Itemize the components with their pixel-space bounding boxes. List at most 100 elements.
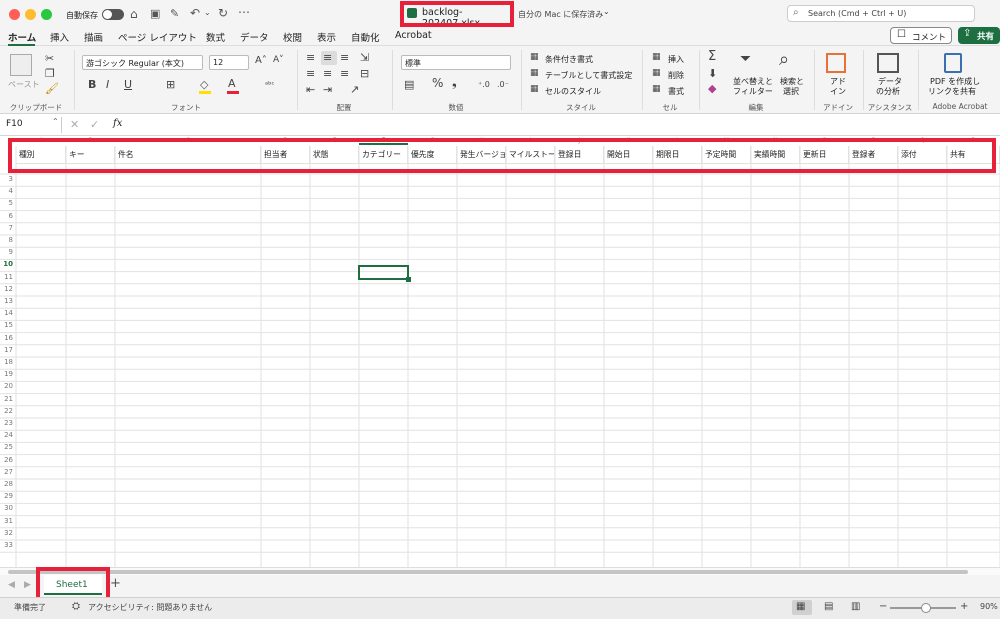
underline-icon[interactable]: U — [124, 79, 132, 90]
redo-icon[interactable]: ↻ — [218, 6, 228, 20]
home-icon[interactable]: ⌂ — [130, 7, 138, 21]
conditional-format-button[interactable]: 条件付き書式 — [545, 54, 593, 65]
align-left-icon[interactable]: ≡ — [306, 68, 315, 79]
next-sheet-icon[interactable]: ▶ — [24, 580, 31, 590]
insert-function-icon[interactable]: fx — [113, 118, 122, 129]
undo-icon[interactable]: ↶ — [190, 6, 200, 20]
name-box-dropdown-icon[interactable]: ⌃ — [52, 117, 59, 126]
clear-icon[interactable]: ◆ — [708, 83, 716, 94]
close-window-button[interactable] — [9, 9, 20, 20]
tab-home[interactable]: ホーム — [8, 30, 36, 44]
paste-icon[interactable] — [10, 54, 32, 76]
accessibility-status[interactable]: アクセシビリティ: 問題ありません — [88, 602, 212, 613]
horizontal-scrollbar[interactable] — [8, 570, 968, 574]
decrease-font-icon[interactable]: A˅ — [273, 55, 284, 66]
phonetic-icon[interactable]: ᵃᵇᶜ — [265, 79, 275, 90]
undo-dropdown-icon[interactable]: ⌄ — [204, 8, 211, 17]
row-number[interactable]: 3 — [0, 175, 15, 187]
row-number[interactable]: 20 — [0, 382, 15, 394]
row-number[interactable]: 19 — [0, 370, 15, 382]
font-size-select[interactable]: 12 — [209, 55, 249, 70]
pdf-line2[interactable]: リンクを共有 — [928, 86, 976, 97]
comment-button[interactable]: ☐ コメント — [890, 27, 952, 44]
increase-indent-icon[interactable]: ⇥ — [323, 84, 332, 95]
row-number[interactable]: 9 — [0, 248, 15, 260]
increase-decimal-icon[interactable]: ⁺.0 — [478, 79, 490, 90]
save-as-icon[interactable]: ✎ — [170, 7, 179, 20]
tab-insert[interactable]: 挿入 — [50, 30, 69, 44]
row-number[interactable]: 15 — [0, 321, 15, 333]
minimize-window-button[interactable] — [25, 9, 36, 20]
row-number[interactable]: 14 — [0, 309, 15, 321]
align-bottom-icon[interactable]: ≡ — [340, 52, 349, 63]
row-number[interactable]: 5 — [0, 199, 15, 211]
align-top-icon[interactable]: ≡ — [306, 52, 315, 63]
row-number[interactable]: 8 — [0, 236, 15, 248]
autosum-icon[interactable]: Σ — [708, 50, 716, 63]
row-number[interactable]: 10 — [0, 260, 15, 272]
row-number[interactable]: 21 — [0, 395, 15, 407]
font-color-icon[interactable]: A — [228, 78, 236, 89]
borders-icon[interactable]: ⊞ — [166, 79, 175, 90]
insert-cells-button[interactable]: 挿入 — [668, 54, 684, 65]
addins-line2[interactable]: イン — [830, 86, 846, 97]
selected-cell-F10[interactable] — [358, 265, 411, 282]
tab-acrobat[interactable]: Acrobat — [395, 30, 432, 41]
comma-style-icon[interactable]: ❟ — [452, 76, 457, 88]
align-center-icon[interactable]: ≡ — [323, 68, 332, 79]
row-number[interactable]: 24 — [0, 431, 15, 443]
normal-view-icon[interactable]: ▦ — [796, 601, 805, 612]
decrease-indent-icon[interactable]: ⇤ — [306, 84, 315, 95]
row-number[interactable]: 22 — [0, 407, 15, 419]
increase-font-icon[interactable]: A˄ — [255, 55, 267, 66]
zoom-in-button[interactable]: + — [960, 601, 968, 612]
prev-sheet-icon[interactable]: ◀ — [8, 580, 15, 590]
accounting-format-icon[interactable]: ▤ — [404, 79, 414, 90]
delete-cells-button[interactable]: 削除 — [668, 70, 684, 81]
fill-icon[interactable]: ⬇ — [708, 68, 717, 79]
tab-page-layout[interactable]: ページ レイアウト — [118, 30, 197, 44]
page-break-view-icon[interactable]: ▥ — [851, 601, 860, 612]
find-select-line2[interactable]: 選択 — [783, 86, 799, 97]
cancel-icon[interactable]: ✕ — [70, 118, 79, 131]
save-status-chevron-icon[interactable]: ⌄ — [603, 7, 610, 16]
row-number[interactable]: 6 — [0, 212, 15, 224]
percent-icon[interactable]: % — [432, 77, 443, 89]
row-number[interactable]: 11 — [0, 273, 15, 285]
number-format-select[interactable]: 標準 — [401, 55, 511, 70]
more-icon[interactable]: ⋯ — [238, 5, 250, 19]
format-painter-icon[interactable]: 🖌 — [45, 83, 59, 94]
format-as-table-button[interactable]: テーブルとして書式設定 — [545, 70, 632, 81]
row-number[interactable]: 4 — [0, 187, 15, 199]
name-box[interactable]: F10 ⌃ — [2, 117, 62, 133]
tab-view[interactable]: 表示 — [317, 30, 336, 44]
tab-data[interactable]: データ — [240, 30, 269, 44]
row-number[interactable]: 7 — [0, 224, 15, 236]
format-cells-button[interactable]: 書式 — [668, 86, 684, 97]
row-number[interactable]: 28 — [0, 480, 15, 492]
row-number[interactable]: 12 — [0, 285, 15, 297]
tab-automate[interactable]: 自動化 — [351, 30, 380, 44]
align-middle-icon[interactable]: ≡ — [323, 52, 332, 63]
row-number[interactable]: 31 — [0, 517, 15, 529]
font-name-select[interactable]: 游ゴシック Regular (本文) — [82, 55, 203, 70]
italic-icon[interactable]: I — [106, 79, 109, 90]
zoom-window-button[interactable] — [41, 9, 52, 20]
wrap-text-icon[interactable]: ⇲ — [360, 52, 369, 63]
search-box[interactable]: ⌕ Search (Cmd + Ctrl + U) — [787, 5, 975, 22]
merge-center-icon[interactable]: ⊟ — [360, 68, 369, 79]
row-number[interactable]: 32 — [0, 529, 15, 541]
row-number[interactable]: 30 — [0, 504, 15, 516]
row-number[interactable]: 27 — [0, 468, 15, 480]
sort-filter-line2[interactable]: フィルター — [733, 86, 773, 97]
fill-color-icon[interactable]: ◇ — [200, 79, 208, 90]
row-number[interactable]: 25 — [0, 443, 15, 455]
row-number[interactable]: 23 — [0, 419, 15, 431]
share-button[interactable]: ⇪ 共有 — [958, 27, 1000, 44]
tab-review[interactable]: 校閲 — [283, 30, 302, 44]
zoom-out-button[interactable]: − — [879, 601, 887, 612]
spreadsheet-grid[interactable]: ABCDEFGHIJKLMNOPQR 種別 キー 件名 担当者 状態 カテゴリー 優先度 発生… — [0, 137, 1000, 567]
autosave-toggle[interactable] — [102, 9, 124, 20]
row-number[interactable]: 13 — [0, 297, 15, 309]
align-right-icon[interactable]: ≡ — [340, 68, 349, 79]
